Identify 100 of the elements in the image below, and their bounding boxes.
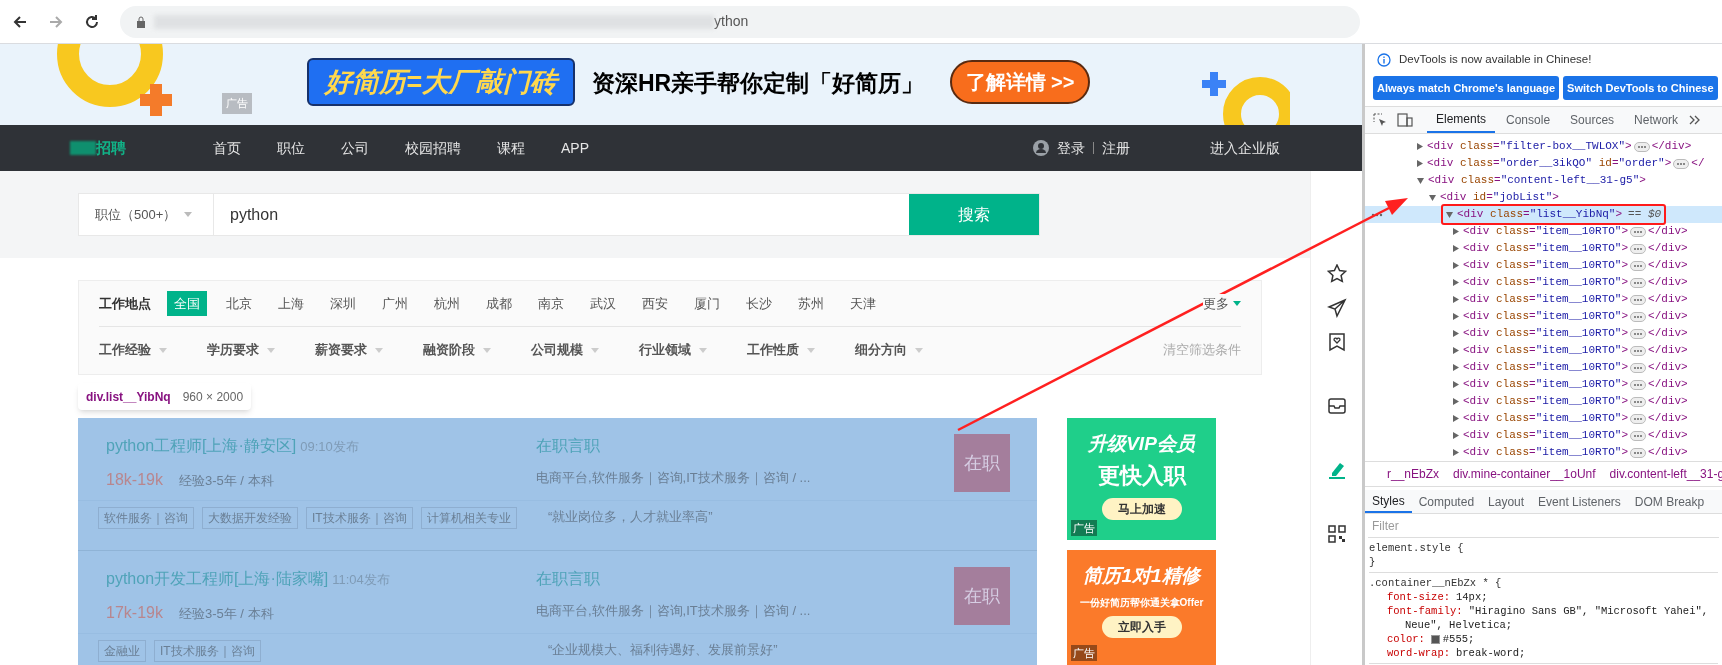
styles-tab[interactable]: Computed: [1411, 490, 1482, 513]
styles-tab[interactable]: Styles: [1365, 490, 1412, 513]
dom-node-tag[interactable]: <div class="item__10RTO">: [1463, 274, 1629, 291]
nav-link[interactable]: 校园招聘: [387, 137, 479, 159]
language-button[interactable]: Switch DevTools to Chinese: [1563, 76, 1718, 100]
dom-node-tag[interactable]: <div class="item__10RTO">: [1463, 444, 1629, 461]
job-tag: 计算机相关专业: [420, 507, 517, 529]
category-dropdown[interactable]: 职位（500+）: [79, 194, 214, 235]
city-option[interactable]: 深圳: [323, 290, 363, 317]
city-option[interactable]: 苏州: [791, 290, 831, 317]
city-option[interactable]: 广州: [375, 290, 415, 317]
nav-link[interactable]: 职位: [259, 137, 323, 159]
dom-node-tag[interactable]: <div class="item__10RTO">: [1463, 223, 1629, 240]
breadcrumb[interactable]: div.mine-container__1oUnf: [1453, 465, 1596, 483]
city-option[interactable]: 北京: [219, 290, 259, 317]
dom-node-tag[interactable]: <div class="item__10RTO">: [1463, 342, 1629, 359]
caret-icon: [699, 347, 707, 353]
closing-tag: </: [1691, 155, 1705, 172]
filter-dropdown[interactable]: 行业领域: [639, 340, 707, 360]
dom-node-tag[interactable]: <div class="item__10RTO">: [1463, 325, 1629, 342]
city-option[interactable]: 西安: [635, 290, 675, 317]
ellipsis-icon: [1630, 260, 1647, 271]
ellipsis-icon: [1630, 345, 1647, 356]
dom-node-tag[interactable]: <div class="item__10RTO">: [1463, 359, 1629, 376]
breadcrumb[interactable]: r__nEbZx: [1387, 465, 1440, 483]
filter-dropdown[interactable]: 融资阶段: [423, 340, 491, 360]
language-button[interactable]: Always match Chrome's language: [1373, 76, 1560, 100]
dom-node-tag[interactable]: <div class="content-left__31-g5">: [1428, 172, 1646, 189]
caret-icon: [267, 347, 275, 353]
dom-node-tag[interactable]: <div class="item__10RTO">: [1463, 393, 1629, 410]
nav-link[interactable]: APP: [543, 137, 607, 159]
dom-node-tag[interactable]: <div class="filter-box__TWLOX">: [1427, 138, 1632, 155]
dom-node-tag[interactable]: <div class="item__10RTO">: [1463, 257, 1629, 274]
nav-link[interactable]: 首页: [195, 137, 259, 159]
city-option[interactable]: 上海: [271, 290, 311, 317]
console-reference: == $0: [1628, 207, 1662, 222]
styles-tab[interactable]: Event Listeners: [1531, 490, 1628, 513]
search-field[interactable]: python: [214, 194, 909, 235]
caret-icon: [483, 347, 491, 353]
dom-node-tag[interactable]: <div class="item__10RTO">: [1463, 291, 1629, 308]
caret-icon: [591, 347, 599, 353]
filter-dropdown[interactable]: 公司规模: [531, 340, 599, 360]
css-value: 14px;: [1456, 590, 1488, 604]
ad-label: 广告: [1071, 644, 1097, 661]
dom-node-tag[interactable]: <div id="jobList">: [1440, 189, 1559, 206]
closing-tag: </div>: [1648, 410, 1688, 427]
city-option[interactable]: 长沙: [739, 290, 779, 317]
nav-link[interactable]: 课程: [479, 137, 543, 159]
company-quote: “企业规模大、福利待遇好、发展前景好”: [548, 641, 778, 659]
caret-icon: [1233, 301, 1241, 306]
city-option[interactable]: 杭州: [427, 290, 467, 317]
city-option[interactable]: 武汉: [583, 290, 623, 317]
styles-tab[interactable]: Layout: [1481, 490, 1532, 513]
ellipsis-icon: [1630, 226, 1647, 237]
closing-tag: </div>: [1648, 325, 1688, 342]
filter-dropdown[interactable]: 工作经验: [99, 340, 167, 360]
company-quote: “就业岗位多，人才就业率高”: [548, 508, 713, 526]
company-info: 电商平台,软件服务｜咨询,IT技术服务｜咨询 / ...: [536, 602, 812, 621]
filter-dropdown[interactable]: 薪资要求: [315, 340, 383, 360]
ellipsis-icon: [1630, 362, 1647, 373]
filter-dropdown[interactable]: 细分方向: [855, 340, 923, 360]
color-swatch[interactable]: [1430, 634, 1440, 644]
enterprise-link[interactable]: 进入企业版: [1210, 137, 1280, 159]
city-option[interactable]: 成都: [479, 290, 519, 317]
ellipsis-icon: [1630, 277, 1647, 288]
ad-subline: 更快入职: [1097, 461, 1186, 490]
element-selector: div.list__YibNq: [86, 388, 171, 406]
filter-dropdown[interactable]: 学历要求: [207, 340, 275, 360]
notice-text: DevTools is now available in Chinese!: [1399, 52, 1592, 68]
search-bar[interactable]: 职位（500+） python 搜索: [78, 193, 1040, 236]
nav-link[interactable]: 公司: [323, 137, 387, 159]
ad-headline: 升级VIP会员: [1088, 432, 1195, 456]
city-option[interactable]: 南京: [531, 290, 571, 317]
dom-node-tag[interactable]: <div class="item__10RTO">: [1463, 410, 1629, 427]
css-selector: element.style {: [1369, 541, 1465, 555]
closing-tag: </div>: [1648, 240, 1688, 257]
devtools-tab[interactable]: Console: [1497, 107, 1560, 133]
devtools-tab[interactable]: Network: [1625, 107, 1688, 133]
filter-field[interactable]: Filter: [1368, 514, 1719, 538]
caret-icon: [184, 212, 193, 217]
city-option[interactable]: 天津: [843, 290, 883, 317]
dom-node-tag[interactable]: <div class="item__10RTO">: [1463, 427, 1629, 444]
devtools-tab[interactable]: Sources: [1561, 107, 1624, 133]
ad-button[interactable]: 立即入手: [1101, 615, 1182, 638]
closing-tag: </div>: [1648, 308, 1688, 325]
register-link[interactable]: 注册: [1102, 137, 1130, 159]
dom-node-tag[interactable]: <div class="item__10RTO">: [1463, 240, 1629, 257]
address-bar[interactable]: ython: [120, 5, 1360, 38]
dom-node-tag[interactable]: <div class="list__YibNq">: [1457, 206, 1623, 223]
dom-node-tag[interactable]: <div class="item__10RTO">: [1463, 376, 1629, 393]
city-option[interactable]: 厦门: [687, 290, 727, 317]
dom-node-tag[interactable]: <div class="item__10RTO">: [1463, 308, 1629, 325]
job-tag: IT技术服务｜咨询: [154, 640, 261, 662]
ad-button[interactable]: 马上加速: [1101, 497, 1182, 520]
styles-tab[interactable]: DOM Breakp: [1627, 490, 1712, 513]
filter-dropdown[interactable]: 工作性质: [747, 340, 815, 360]
dom-node-tag[interactable]: <div class="order__3ikQO" id="order">: [1427, 155, 1672, 172]
blurred-logo: [70, 141, 96, 155]
login-link[interactable]: 登录: [1057, 137, 1085, 159]
devtools-tab[interactable]: Elements: [1427, 107, 1496, 133]
